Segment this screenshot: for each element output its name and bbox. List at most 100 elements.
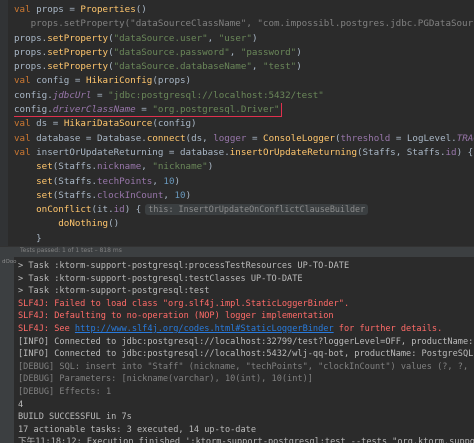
code-token: ds = [36, 118, 64, 130]
code-token: () [108, 218, 120, 230]
code-token: (ds, [185, 132, 214, 144]
code-token: config. [14, 104, 53, 116]
code-token: (config) [152, 118, 197, 130]
console-line: > Task :ktorm-support-postgresql:test [18, 286, 210, 297]
code-token: props = [36, 4, 81, 15]
highlighted-code: config.driverClassName = "org.postgresql… [14, 103, 282, 118]
test-status: Tests passed: 1 of 1 test – 818 ms [20, 247, 122, 254]
code-token: val [14, 132, 37, 144]
code-token: "password" [240, 46, 297, 58]
code-token: val [14, 118, 37, 130]
code-line[interactable]: val props = Properties() [14, 3, 474, 17]
code-token: props. [14, 32, 48, 44]
code-area[interactable]: val props = Properties() props.setProper… [14, 3, 474, 246]
code-token: jdbcUrl [52, 89, 92, 101]
code-token: = [246, 132, 264, 144]
console-link[interactable]: http://www.slf4j.org/codes.html#StaticLo… [75, 324, 334, 334]
code-token: logger [213, 132, 247, 144]
code-text: onConflict(it.id) { [14, 204, 141, 215]
run-console[interactable]: dOoo > Task :ktorm-support-postgresql:pr… [0, 257, 474, 443]
code-token: (it. [91, 204, 114, 216]
code-line[interactable]: set(Staffs.clockInCount, 10) [14, 189, 474, 203]
code-line[interactable]: props.setProperty("dataSource.user", "us… [14, 32, 474, 46]
console-line: 17 actionable tasks: 3 executed, 14 up-t… [18, 424, 256, 435]
console-line: SLF4J: See http://www.slf4j.org/codes.ht… [18, 323, 474, 336]
code-text: doNothing() [14, 218, 119, 229]
code-line[interactable]: val config = HikariConfig(props) [14, 74, 474, 88]
code-text: props.setProperty("dataSourceClassName",… [14, 18, 474, 29]
code-token: 10 [163, 175, 175, 187]
code-token: threshold [340, 132, 391, 144]
code-text: props.setProperty("dataSource.password",… [14, 47, 302, 58]
code-token: ) [207, 161, 214, 173]
code-line[interactable]: set(Staffs.techPoints, 10) [14, 175, 474, 189]
code-token: = [91, 89, 109, 101]
code-line[interactable]: onConflict(it.id) {this: InsertOrUpdateO… [14, 203, 474, 217]
code-token: props. [14, 61, 48, 73]
code-text: val ds = HikariDataSource(config) [14, 118, 197, 129]
code-token: nickname [97, 161, 142, 173]
code-token: ) [296, 61, 302, 73]
code-token: (Staffs. [52, 161, 98, 173]
code-token: , [152, 175, 164, 187]
console-toolbar: dOoo [0, 257, 17, 443]
code-text: val config = HikariConfig(props) [14, 75, 191, 86]
code-token: "test" [262, 61, 297, 73]
console-line: BUILD SUCCESSFUL in 7s [18, 412, 132, 423]
code-token: HikariConfig [85, 75, 153, 87]
code-line[interactable]: set(Staffs.nickname, "nickname") [14, 160, 474, 174]
code-line[interactable]: props.setProperty("dataSource.databaseNa… [14, 60, 474, 74]
code-token: "dataSource.password" [113, 46, 230, 58]
code-text: set(Staffs.techPoints, 10) [14, 176, 180, 187]
code-line[interactable]: val database = Database.connect(ds, logg… [14, 132, 474, 146]
code-line[interactable]: doNothing() [14, 217, 474, 231]
console-output[interactable]: > Task :ktorm-support-postgresql:process… [18, 260, 474, 443]
code-line[interactable]: val insertOrUpdateReturning = database.i… [14, 146, 474, 160]
code-token: props.setProperty("dataSourceClassName",… [14, 18, 474, 30]
code-token: "dataSource.databaseName" [113, 61, 252, 73]
code-token: } [14, 232, 42, 244]
console-line: [INFO] Connected to jdbc:postgresql://lo… [18, 336, 474, 347]
code-line[interactable]: config.driverClassName = "org.postgresql… [14, 103, 474, 118]
code-line[interactable]: props.setProperty("dataSource.password",… [14, 46, 474, 60]
code-token: insertOrUpdateReturning [229, 146, 357, 158]
code-token: val [14, 75, 37, 87]
code-line[interactable]: props.setProperty("dataSourceClassName",… [14, 17, 474, 31]
console-line: [DEBUG] SQL: insert into "Staff" (nickna… [18, 361, 474, 372]
code-token: config = [36, 75, 86, 87]
code-token: , [251, 61, 263, 73]
code-token: , [207, 32, 219, 44]
code-token: "user" [218, 32, 252, 44]
code-token: , [229, 46, 241, 58]
code-token: set [36, 189, 53, 201]
code-text: props.setProperty("dataSource.user", "us… [14, 33, 257, 44]
code-token: id [113, 204, 125, 216]
code-token: props. [14, 46, 48, 58]
code-token: onConflict [36, 204, 92, 216]
code-token: (props) [152, 75, 192, 87]
code-editor[interactable]: val props = Properties() props.setProper… [0, 0, 474, 246]
console-line: 下午11:18:12: Execution finished ':ktorm-s… [18, 437, 474, 443]
code-text: val database = Database.connect(ds, logg… [14, 133, 474, 144]
console-line: SLF4J: Failed to load class "org.slf4j.i… [18, 298, 350, 309]
code-line[interactable]: config.jdbcUrl = "jdbc:postgresql://loca… [14, 89, 474, 103]
code-token: Properties [80, 4, 136, 15]
code-token: ) [185, 189, 192, 201]
console-line: > Task :ktorm-support-postgresql:process… [18, 261, 350, 271]
code-token: TRACE [456, 132, 474, 144]
code-token: config. [14, 89, 53, 101]
code-line[interactable]: } [14, 232, 474, 246]
code-token: ) [174, 175, 181, 187]
code-token: val [14, 146, 37, 158]
code-line[interactable]: val ds = HikariDataSource(config) [14, 117, 474, 131]
code-token: techPoints [97, 175, 153, 187]
code-token: database = [36, 132, 97, 144]
code-token: (Staffs. [52, 189, 98, 201]
code-token: , [163, 189, 175, 201]
code-token: ) { [124, 204, 142, 216]
